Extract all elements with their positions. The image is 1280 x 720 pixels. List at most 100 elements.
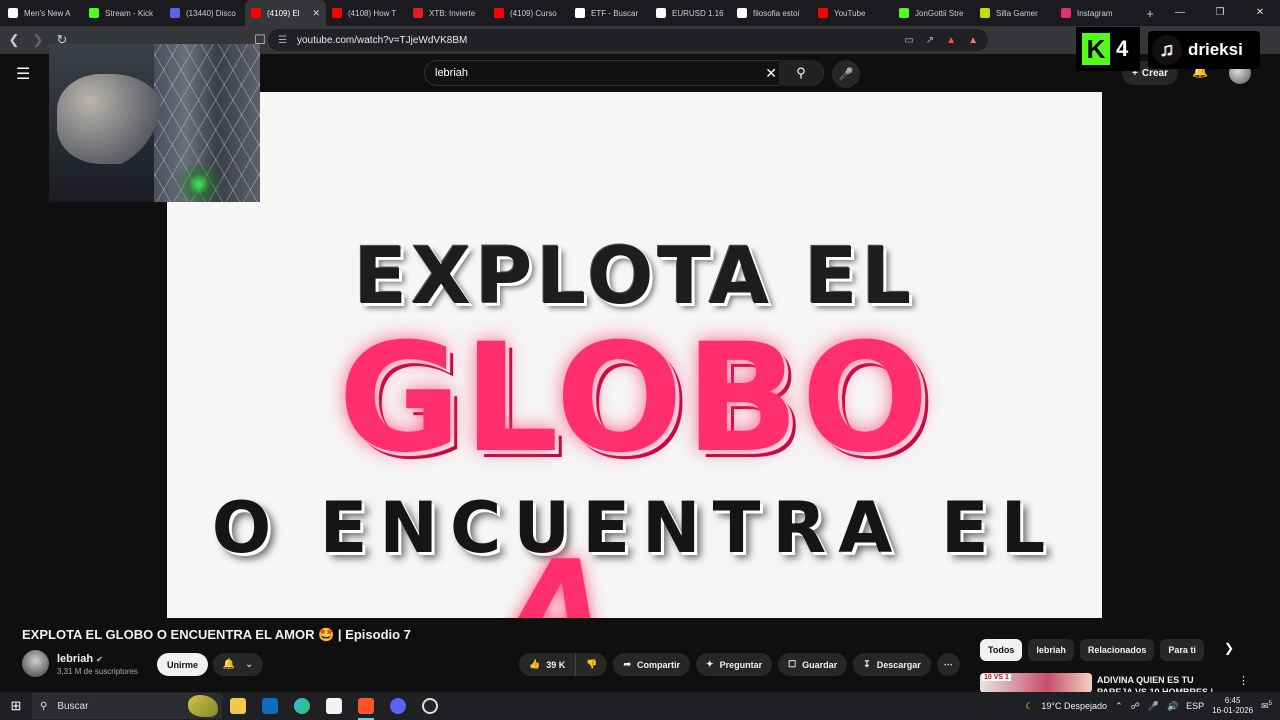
threads-icon xyxy=(8,8,18,18)
maximize-button[interactable]: ❐ xyxy=(1200,0,1240,26)
tradingview-icon xyxy=(656,8,666,18)
share-button[interactable]: ➦ Compartir xyxy=(613,653,691,676)
edge-icon[interactable] xyxy=(286,692,318,720)
taskbar-search-placeholder: Buscar xyxy=(57,700,89,712)
filter-chip[interactable]: Todos xyxy=(980,639,1023,661)
ask-button[interactable]: ✦ Preguntar xyxy=(696,653,773,676)
share-label: Compartir xyxy=(637,659,681,670)
browser-tab-label: (4109) Curso xyxy=(510,8,557,18)
browser-tab[interactable]: Stream - Kick xyxy=(83,0,164,26)
recommended-thumbnail[interactable]: 10 VS 1 xyxy=(980,673,1092,693)
windows-start-icon[interactable]: ⊞ xyxy=(0,698,32,714)
recommended-title[interactable]: ADIVINA QUIEN ES TU PAREJA VS 10 HOMBRES… xyxy=(1097,674,1229,694)
store-icon[interactable] xyxy=(318,692,350,720)
browser-tab[interactable]: YouTube xyxy=(812,0,893,26)
browser-tab-label: Instagram xyxy=(1077,8,1113,18)
browser-tab[interactable]: Instagram xyxy=(1055,0,1136,26)
tray-chevron-up-icon[interactable]: ⌃ xyxy=(1115,701,1123,712)
outlook-icon[interactable] xyxy=(254,692,286,720)
like-button[interactable]: 👍 39 K xyxy=(519,653,576,676)
more-horiz-icon: ⋯ xyxy=(943,659,953,669)
join-button[interactable]: Unirme xyxy=(157,653,208,676)
browser-tab[interactable]: (4109) El ✕ xyxy=(245,0,326,26)
subscription-notification-button[interactable]: 🔔 ⌄ xyxy=(213,653,263,676)
discord-taskbar-icon[interactable] xyxy=(382,692,414,720)
browser-tab[interactable]: EURUSD 1.16 xyxy=(650,0,731,26)
browser-tab[interactable]: ETF - Buscar xyxy=(569,0,650,26)
mic-tray-icon[interactable]: 🎤 xyxy=(1148,701,1159,712)
close-tab-icon[interactable]: ✕ xyxy=(312,8,320,19)
tiktok-logo-icon: ♫ xyxy=(1152,35,1182,65)
clear-search-icon[interactable]: ✕ xyxy=(765,65,777,82)
clock[interactable]: 6:45 16-01-2026 xyxy=(1212,696,1253,716)
taskbar-search[interactable]: ⚲ Buscar xyxy=(32,693,222,719)
forward-button[interactable]: ❯ xyxy=(28,32,48,48)
network-icon[interactable]: ☍ xyxy=(1131,701,1140,712)
shop-icon xyxy=(980,8,990,18)
webcam-overlay xyxy=(49,44,260,202)
tiktok-username: drieksi xyxy=(1188,40,1243,59)
weather-text[interactable]: 19°C Despejado xyxy=(1041,701,1107,711)
dislike-button[interactable]: 👎 xyxy=(575,653,608,676)
bookmark-save-icon: ☐ xyxy=(788,659,797,669)
browser-tab[interactable]: XTB: Invierte xyxy=(407,0,488,26)
more-actions-button[interactable]: ⋯ xyxy=(936,653,960,676)
create-label: Crear xyxy=(1141,67,1168,79)
menu-icon[interactable]: ☰ xyxy=(16,64,30,84)
video-actions: 👍 39 K 👎 ➦ Compartir ✦ Preguntar ☐ Guardar ↧… xyxy=(519,653,960,676)
channel-name-row[interactable]: lebriah ✔ xyxy=(57,653,103,665)
address-bar[interactable]: ☰ youtube.com/watch?v=TJjeWdVK8BM ▭ ↗ ▲ … xyxy=(268,29,988,51)
channel-avatar[interactable] xyxy=(22,650,49,677)
cast-icon[interactable]: ▭ xyxy=(904,35,913,46)
weather-moon-icon: ☾ xyxy=(1025,700,1034,711)
browser-tab-label: (4109) El xyxy=(267,8,300,18)
instagram-icon xyxy=(1061,8,1071,18)
obs-icon[interactable] xyxy=(414,692,446,720)
browser-tab-label: ETF - Buscar xyxy=(591,8,639,18)
browser-tab-label: Stream - Kick xyxy=(105,8,154,18)
tiktok-overlay: ♫ drieksi xyxy=(1148,31,1260,69)
brave-icon[interactable] xyxy=(350,692,382,720)
video-player[interactable]: EXPLOTA EL GLOBO O ENCUENTRA EL A xyxy=(167,92,1102,618)
share-icon[interactable]: ↗ xyxy=(926,35,934,46)
xtb-icon xyxy=(413,8,423,18)
notification-center-icon[interactable]: ✉5 xyxy=(1261,701,1272,712)
browser-tab-label: XTB: Invierte xyxy=(429,8,476,18)
browser-tab[interactable]: (13440) Disco xyxy=(164,0,245,26)
new-tab-button[interactable]: + xyxy=(1140,6,1160,21)
browser-tab[interactable]: Men's New A xyxy=(2,0,83,26)
save-button[interactable]: ☐ Guardar xyxy=(778,653,848,676)
close-window-button[interactable]: ✕ xyxy=(1240,0,1280,26)
brave-rewards-icon[interactable]: ▲ xyxy=(968,35,978,46)
more-vert-icon[interactable]: ⋮ xyxy=(1238,674,1249,687)
browser-tab[interactable]: Silla Gamer xyxy=(974,0,1055,26)
filter-chip[interactable]: Para ti xyxy=(1160,639,1204,661)
file-explorer-icon[interactable] xyxy=(222,692,254,720)
youtube-icon xyxy=(251,8,261,18)
filter-chip[interactable]: lebriah xyxy=(1028,639,1074,661)
back-button[interactable]: ❮ xyxy=(4,32,24,48)
browser-tab[interactable]: (4108) How T xyxy=(326,0,407,26)
browser-tab[interactable]: JonGottii Stre xyxy=(893,0,974,26)
thumbs-down-icon: 👎 xyxy=(586,659,598,669)
language-indicator[interactable]: ESP xyxy=(1186,701,1204,711)
site-info-icon[interactable]: ☰ xyxy=(278,35,287,46)
minimize-button[interactable]: — xyxy=(1160,0,1200,26)
search-button[interactable]: ⚲ xyxy=(779,60,823,86)
mic-icon: 🎤 xyxy=(838,67,854,81)
download-button[interactable]: ↧ Descargar xyxy=(853,653,931,676)
filter-chip[interactable]: Relacionados xyxy=(1079,639,1155,661)
browser-tab[interactable]: filosofia estoi xyxy=(731,0,812,26)
channel-name[interactable]: lebriah xyxy=(57,653,93,665)
search-input[interactable] xyxy=(435,67,755,79)
browser-tab[interactable]: (4109) Curso xyxy=(488,0,569,26)
brave-shields-icon[interactable]: ▲ xyxy=(946,35,956,46)
search-box[interactable]: ✕ ⚲ xyxy=(424,60,824,86)
thumbs-up-icon: 👍 xyxy=(529,659,541,669)
voice-search-button[interactable]: 🎤 xyxy=(832,60,860,88)
chevron-right-icon[interactable]: ❯ xyxy=(1224,641,1234,655)
kick-logo-icon: K xyxy=(1082,33,1110,65)
volume-icon[interactable]: 🔊 xyxy=(1167,701,1178,712)
windows-taskbar: ⊞ ⚲ Buscar ☾ 19°C Despejado ⌃ ☍ 🎤 🔊 ESP … xyxy=(0,692,1280,720)
discord-icon xyxy=(170,8,180,18)
